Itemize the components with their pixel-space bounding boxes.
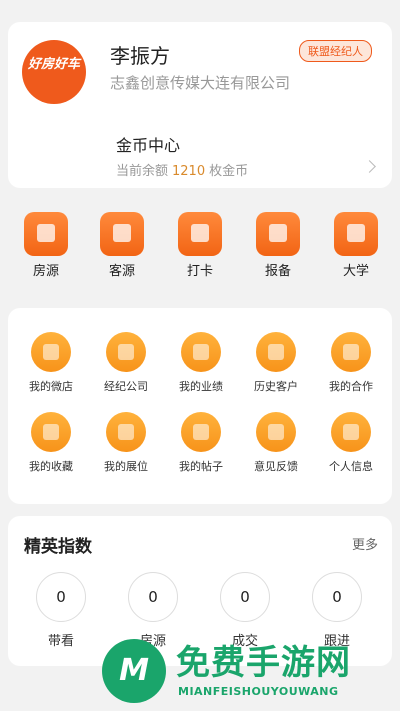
grid-label: 意见反馈 [254, 460, 298, 473]
performance-icon [181, 332, 221, 372]
stat-value: 0 [220, 572, 270, 622]
checkin-icon [178, 212, 222, 256]
feedback-icon [256, 412, 296, 452]
quick-nav-label: 客源 [108, 264, 135, 279]
booth-icon [106, 412, 146, 452]
coin-balance-label: 当前余额 [116, 164, 169, 179]
stat-value: 0 [36, 572, 86, 622]
quick-nav-item-checkin[interactable]: 打卡 [170, 212, 230, 279]
grid-label: 我的业绩 [179, 380, 223, 393]
grid-label: 个人信息 [329, 460, 373, 473]
profile-icon [331, 412, 371, 452]
grid-label: 我的微店 [29, 380, 73, 393]
quick-nav-item-client[interactable]: 客源 [92, 212, 152, 279]
grid-item-history[interactable]: 历史客户 [239, 332, 313, 394]
avatar[interactable]: 好房好车 [22, 40, 86, 104]
quick-nav-item-report[interactable]: 报备 [248, 212, 308, 279]
user-name: 李振方 [110, 44, 170, 68]
more-link[interactable]: 更多 [352, 534, 378, 553]
history-icon [256, 332, 296, 372]
house-icon [24, 212, 68, 256]
grid-label: 我的收藏 [29, 460, 73, 473]
coin-balance-unit: 枚金币 [209, 164, 249, 179]
quick-nav-item-university[interactable]: 大学 [326, 212, 386, 279]
shop-icon [31, 332, 71, 372]
grid-label: 历史客户 [254, 380, 298, 393]
coin-center-title[interactable]: 金币中心 [116, 132, 180, 156]
grid-item-performance[interactable]: 我的业绩 [164, 332, 238, 394]
profile-card: 好房好车 李振方 志鑫创意传媒大连有限公司 联盟经纪人 金币中心 当前余额 121… [8, 22, 392, 188]
grid-label: 我的帖子 [179, 460, 223, 473]
stat-label: 带看 [47, 634, 74, 649]
cooperation-icon [331, 332, 371, 372]
stat-value: 0 [312, 572, 362, 622]
grid-item-booth[interactable]: 我的展位 [89, 412, 163, 474]
watermark-subtitle: MIANFEISHOUYOUWANG [178, 685, 339, 698]
quick-nav-item-house[interactable]: 房源 [16, 212, 76, 279]
grid-label: 我的展位 [104, 460, 148, 473]
coin-balance-value: 1210 [172, 164, 206, 179]
quick-nav-label: 报备 [264, 264, 291, 279]
coin-balance: 当前余额 1210 枚金币 [116, 160, 248, 179]
elite-index-title: 精英指数 [24, 537, 92, 557]
company-name: 志鑫创意传媒大连有限公司 [110, 74, 291, 92]
grid-label: 经纪公司 [104, 380, 148, 393]
grid-item-shop[interactable]: 我的微店 [14, 332, 88, 394]
report-icon [256, 212, 300, 256]
grid-item-posts[interactable]: 我的帖子 [164, 412, 238, 474]
grid-item-favorites[interactable]: 我的收藏 [14, 412, 88, 474]
avatar-logo-text: 好房好车 [27, 57, 80, 72]
watermark-logo-icon: M [102, 639, 166, 703]
quick-nav-label: 打卡 [186, 264, 213, 279]
quick-nav-label: 房源 [32, 264, 59, 279]
person-icon [100, 212, 144, 256]
grid-item-cooperation[interactable]: 我的合作 [314, 332, 388, 394]
building-icon [334, 212, 378, 256]
stat-value: 0 [128, 572, 178, 622]
quick-nav: 房源 客源 打卡 报备 大学 [0, 206, 400, 290]
post-icon [181, 412, 221, 452]
grid-item-company[interactable]: 经纪公司 [89, 332, 163, 394]
chevron-right-icon[interactable] [363, 160, 376, 173]
watermark: M 免费手游网 MIANFEISHOUYOUWANG [100, 635, 400, 711]
feature-grid: 我的微店 经纪公司 我的业绩 历史客户 我的合作 我的收藏 我的展位 我的帖子 … [8, 308, 392, 504]
grid-label: 我的合作 [329, 380, 373, 393]
agent-badge: 联盟经纪人 [299, 40, 372, 62]
quick-nav-label: 大学 [342, 264, 369, 279]
stat-viewing[interactable]: 0 带看 [26, 572, 96, 649]
company-icon [106, 332, 146, 372]
grid-item-feedback[interactable]: 意见反馈 [239, 412, 313, 474]
grid-item-profile[interactable]: 个人信息 [314, 412, 388, 474]
watermark-title: 免费手游网 [176, 643, 351, 683]
folder-icon [31, 412, 71, 452]
